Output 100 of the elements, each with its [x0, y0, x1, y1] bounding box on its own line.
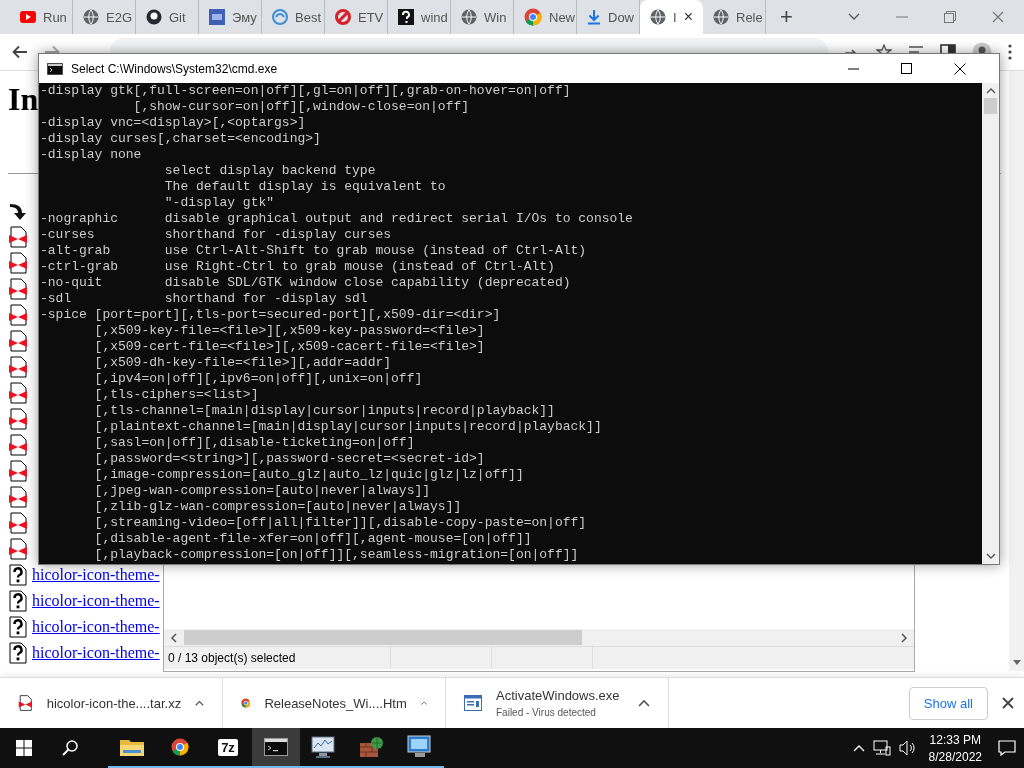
slashed-circle-icon — [335, 9, 351, 25]
file-name: ReleaseNotes_Wi....Htm — [264, 695, 407, 711]
console-text-line: -display curses[,charset=<encoding>] — [40, 131, 322, 147]
console-text-line: [,zlib-glz-wan-compression=[auto|never|always]] — [93, 499, 463, 515]
scroll-down-arrow-icon[interactable] — [1012, 660, 1021, 665]
unknown-file-icon — [8, 642, 28, 664]
unknown-file-icon — [8, 564, 28, 586]
console-text-line: -sdl shorthand for -display sdl — [40, 291, 369, 307]
scroll-thumb[interactable] — [184, 630, 582, 645]
archive-file-icon — [8, 382, 28, 404]
round-logo-icon — [146, 9, 162, 25]
status-bar: 0 / 13 object(s) selected — [164, 646, 914, 669]
page-heading: In — [8, 81, 39, 119]
browser-tab[interactable]: E2G — [73, 0, 136, 34]
globe-icon — [83, 9, 99, 25]
console-text-line: [,plaintext-channel=[main|display|cursor|inputs|record|playback]] — [93, 419, 603, 435]
maximize-icon[interactable] — [901, 62, 913, 75]
square-logo-icon — [209, 9, 225, 25]
speaker-icon[interactable] — [898, 740, 917, 756]
console-text-line: -ctrl-grab use Right-Ctrl to grab mouse (instead of Ctrl-Alt) — [40, 259, 556, 275]
close-icon[interactable]: × — [683, 8, 693, 26]
console-text-line: "-display gtk" — [163, 195, 276, 211]
browser-tab[interactable]: New — [514, 0, 577, 34]
browser-tab[interactable]: Git — [136, 0, 199, 34]
globe-icon — [461, 9, 477, 25]
scrollbar[interactable] — [1009, 71, 1024, 671]
notification-icon[interactable] — [998, 740, 1016, 756]
download-status: Failed - Virus detected — [496, 707, 597, 718]
archive-file-icon — [18, 692, 33, 714]
console-text-line: The default display is equivalent to — [163, 179, 447, 195]
console-text-line: [,password=<string>][,password-secret=<secret-id>] — [93, 451, 486, 467]
archive-file-icon — [8, 278, 28, 300]
file-link[interactable]: hicolor-icon-theme- — [32, 566, 160, 584]
help-icon — [398, 9, 414, 25]
scroll-thumb[interactable] — [984, 98, 997, 114]
browser-tab[interactable]: Rele — [703, 0, 766, 34]
console-text-line: [,show-cursor=on|off][,window-close=on|off] — [132, 99, 471, 115]
scroll-left-icon[interactable] — [170, 632, 178, 643]
archive-file-icon — [8, 226, 28, 248]
window-icon — [464, 695, 482, 711]
search-icon[interactable] — [62, 740, 78, 756]
clock[interactable]: 12:33 PM 8/28/2022 — [928, 732, 982, 764]
file-link[interactable]: hicolor-icon-theme- — [32, 644, 160, 662]
scrollbar[interactable] — [982, 83, 999, 564]
archive-file-icon — [8, 538, 28, 560]
swirl-icon — [272, 9, 288, 25]
show-all-button[interactable]: Show all — [908, 686, 988, 720]
console-text-line: [,disable-agent-file-xfer=on|off][,agent-mouse=[on|off]] — [93, 531, 533, 547]
unknown-file-icon — [8, 616, 28, 638]
monitor-icon — [407, 735, 433, 759]
console-text-line: -no-quit disable SDL/GTK window close capability (deprecated) — [40, 275, 572, 291]
archive-file-icon — [8, 330, 28, 352]
console-text-line: [,sasl=on|off][,disable-ticketing=on|off] — [93, 435, 416, 451]
browser-tab[interactable]: wind — [388, 0, 451, 34]
scroll-right-icon[interactable] — [900, 632, 908, 643]
file-name: hicolor-icon-the....tar.xz — [46, 695, 182, 711]
archive-file-icon — [8, 460, 28, 482]
console-text-line: [,streaming-video=[off|all|filter]][,disable-copy-paste=on|off] — [93, 515, 588, 531]
console-text-line: [,playback-compression=[on|off]][,seamless-migration=[on|off]] — [93, 547, 580, 563]
chevron-icon[interactable] — [848, 13, 860, 21]
menu-icon[interactable] — [1008, 44, 1012, 60]
caret-up-icon[interactable] — [638, 699, 650, 707]
file-link[interactable]: hicolor-icon-theme- — [32, 592, 160, 610]
windows-logo-icon[interactable] — [16, 740, 32, 756]
archive-file-icon — [8, 304, 28, 326]
browser-tab[interactable]: ETV — [325, 0, 388, 34]
console-text-line: [,tls-ciphers=<list>] — [93, 387, 260, 403]
monitor-chart-icon — [310, 735, 338, 759]
restore-icon[interactable] — [944, 11, 956, 23]
console-text-line: -alt-grab use Ctrl-Alt-Shift to grab mouse (instead of Ctrl-Alt) — [40, 243, 588, 259]
caret-up-icon[interactable] — [195, 699, 204, 707]
archive-file-icon — [8, 434, 28, 456]
back-icon[interactable] — [12, 45, 28, 59]
browser-tab[interactable]: Best — [262, 0, 325, 34]
unknown-file-icon — [8, 590, 28, 612]
scrollbar[interactable] — [164, 629, 914, 646]
globe-icon — [650, 9, 666, 25]
terminal-icon — [47, 62, 63, 75]
close-icon[interactable] — [1002, 697, 1014, 709]
taskbar-app[interactable] — [252, 728, 300, 768]
archive-file-icon — [8, 252, 28, 274]
browser-logo-icon — [524, 8, 542, 26]
file-name: ActivateWindows.exe — [496, 688, 621, 703]
console-text-line: -curses shorthand for -display curses — [40, 227, 393, 243]
file-link[interactable]: hicolor-icon-theme- — [32, 618, 160, 636]
browser-tab[interactable]: Эму — [199, 0, 262, 34]
new-tab-button[interactable]: + — [780, 4, 793, 30]
console-text-line: [,ipv4=on|off][,ipv6=on|off][,unix=on|off] — [93, 371, 424, 387]
browser-tab[interactable]: Win — [451, 0, 514, 34]
console-text-line: -display none — [40, 147, 143, 163]
browser-tab[interactable]: I × — [640, 0, 703, 34]
globe-icon — [713, 9, 729, 25]
scroll-down-icon[interactable] — [985, 553, 996, 559]
scroll-up-icon[interactable] — [985, 88, 996, 94]
console-text-line: -spice [port=port][,tls-port=secured-port][,x509-dir=<dir>] — [40, 307, 502, 323]
network-icon[interactable] — [872, 740, 891, 756]
browser-tab[interactable]: Run — [10, 0, 73, 34]
close-icon[interactable] — [954, 62, 966, 75]
play-icon — [20, 11, 36, 23]
console-text-line: [,tls-channel=[main|display|cursor|inputs|record|playback]] — [93, 403, 556, 419]
